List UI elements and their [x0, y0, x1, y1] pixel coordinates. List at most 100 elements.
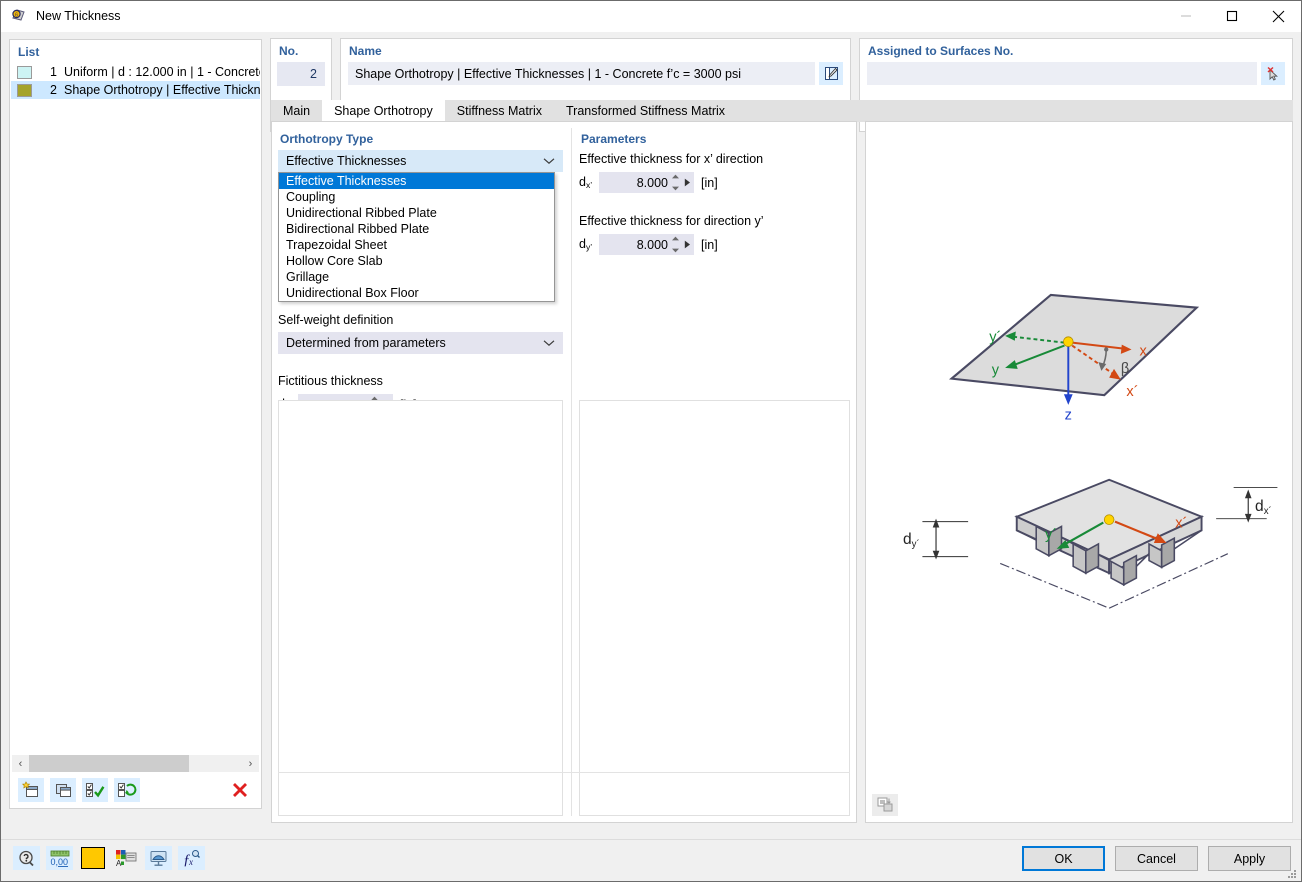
dimension-label-dy: dy´ [903, 531, 920, 550]
spinner-arrows-icon[interactable] [671, 236, 680, 253]
number-field[interactable]: 2 [277, 62, 325, 86]
dialog-footer: 0, 00 A [1, 839, 1301, 881]
orthotropy-type-column: Orthotropy Type Effective Thicknesses Ef… [278, 128, 563, 816]
spinner-arrows-icon[interactable] [671, 174, 680, 191]
assigned-surfaces-input[interactable] [867, 62, 1257, 85]
display-properties-icon[interactable]: A [112, 846, 139, 870]
dimension-label-dx: dx´ [1255, 498, 1272, 517]
maximize-button[interactable] [1209, 1, 1255, 32]
orthotropy-type-label: Orthotropy Type [278, 128, 563, 150]
axis-label-y: y [992, 363, 1000, 379]
dropdown-option-grillage[interactable]: Grillage [279, 269, 554, 285]
list-item-color-swatch [17, 66, 32, 79]
units-icon[interactable]: 0, 00 [46, 846, 73, 870]
formula-icon[interactable]: ƒ x [178, 846, 205, 870]
color-swatch-icon[interactable] [79, 846, 106, 870]
dropdown-option-effective-thicknesses[interactable]: Effective Thicknesses [279, 173, 554, 189]
dropdown-option-trapezoidal-sheet[interactable]: Trapezoidal Sheet [279, 237, 554, 253]
effective-thickness-y-label: Effective thickness for direction y’ [579, 214, 850, 228]
list-item-number: 1 [38, 65, 57, 79]
select-all-icon[interactable] [82, 778, 108, 802]
effective-thickness-y-unit: [in] [701, 238, 718, 252]
window-controls [1163, 1, 1301, 32]
tab-stiffness-matrix[interactable]: Stiffness Matrix [445, 100, 554, 122]
shape-orthotropy-pane: Orthotropy Type Effective Thicknesses Ef… [271, 121, 857, 823]
formula-arrow-icon[interactable] [684, 172, 691, 193]
scroll-track[interactable] [29, 755, 242, 772]
list-item-number: 2 [38, 83, 57, 97]
orthotropy-type-combo-wrap: Effective Thicknesses Effective Thicknes… [278, 150, 563, 172]
window-title: New Thickness [36, 9, 1163, 23]
thickness-list[interactable]: 1 Uniform | d : 12.000 in | 1 - Concrete… [11, 63, 260, 750]
effective-thickness-x-input[interactable]: 8.000 [599, 172, 694, 193]
slab-label-x-prime: x´ [1175, 515, 1187, 531]
effective-thickness-y-symbol: dy’ [579, 237, 599, 252]
tab-filler [737, 100, 1293, 122]
tab-content: Orthotropy Type Effective Thicknesses Ef… [271, 121, 1293, 823]
tab-transformed-stiffness-matrix[interactable]: Transformed Stiffness Matrix [554, 100, 737, 122]
delete-icon[interactable] [227, 778, 253, 802]
chevron-down-icon[interactable] [543, 150, 555, 172]
dropdown-option-bidirectional-ribbed-plate[interactable]: Bidirectional Ribbed Plate [279, 221, 554, 237]
invert-selection-icon[interactable] [114, 778, 140, 802]
scroll-thumb[interactable] [29, 755, 189, 772]
thickness-icon: 6 [10, 7, 28, 25]
name-row: Shape Orthotropy | Effective Thicknesses… [348, 62, 843, 85]
edit-name-icon[interactable] [819, 62, 843, 85]
axis-label-x-prime: x´ [1126, 384, 1138, 400]
assigned-surfaces-label: Assigned to Surfaces No. [860, 39, 1292, 60]
apply-button[interactable]: Apply [1208, 846, 1291, 871]
fictitious-thickness-label: Fictitious thickness [278, 374, 563, 388]
formula-arrow-icon[interactable] [684, 234, 691, 255]
tab-main[interactable]: Main [271, 100, 322, 122]
view-settings-icon[interactable] [145, 846, 172, 870]
dropdown-option-unidirectional-box-floor[interactable]: Unidirectional Box Floor [279, 285, 554, 301]
close-button[interactable] [1255, 1, 1301, 32]
list-item-color-swatch [17, 84, 32, 97]
cancel-button[interactable]: Cancel [1115, 846, 1198, 871]
diagram-pane: z y´ y x x´ β [865, 121, 1293, 823]
parameters-extra-box [579, 400, 850, 816]
pane-footer [278, 772, 850, 816]
thickness-list-panel: List 1 Uniform | d : 12.000 in | 1 - Con… [9, 39, 262, 809]
number-label: No. [271, 39, 331, 60]
self-weight-combo[interactable]: Determined from parameters [278, 332, 563, 354]
help-icon[interactable] [13, 846, 40, 870]
effective-thickness-x-label: Effective thickness for x’ direction [579, 152, 850, 166]
orthotropy-extra-box [278, 400, 563, 816]
list-item-label: Shape Orthotropy | Effective Thicknesses [64, 83, 260, 97]
dropdown-option-hollow-core-slab[interactable]: Hollow Core Slab [279, 253, 554, 269]
effective-thickness-x-unit: [in] [701, 176, 718, 190]
pick-surfaces-icon[interactable] [1261, 62, 1285, 85]
axis-label-x: x [1140, 343, 1148, 359]
new-thickness-dialog: 6 New Thickness No. 2 Name Shape Orthotr [0, 0, 1302, 882]
export-image-icon[interactable] [872, 794, 898, 816]
new-thickness-icon[interactable] [18, 778, 44, 802]
scroll-left-icon[interactable]: ‹ [12, 755, 29, 772]
axis-label-y-prime: y´ [989, 330, 1001, 346]
resize-grip[interactable] [1287, 868, 1297, 878]
axis-label-z: z [1065, 407, 1072, 423]
orthotropy-type-dropdown[interactable]: Effective Thicknesses Coupling Unidirect… [278, 172, 555, 302]
scroll-right-icon[interactable]: › [242, 755, 259, 772]
tab-bar: Main Shape Orthotropy Stiffness Matrix T… [271, 99, 1293, 122]
dialog-buttons: OK Cancel Apply [1022, 846, 1291, 871]
list-horizontal-scrollbar[interactable]: ‹ › [12, 755, 259, 772]
name-input[interactable]: Shape Orthotropy | Effective Thicknesses… [348, 62, 815, 85]
dropdown-option-coupling[interactable]: Coupling [279, 189, 554, 205]
orthotropy-diagram: z y´ y x x´ β [866, 122, 1292, 822]
list-item[interactable]: 2 Shape Orthotropy | Effective Thickness… [11, 81, 260, 99]
svg-text:00: 00 [58, 857, 68, 867]
orthotropy-type-combo[interactable]: Effective Thicknesses [278, 150, 563, 172]
tab-shape-orthotropy[interactable]: Shape Orthotropy [322, 100, 445, 122]
svg-text:6: 6 [15, 12, 18, 18]
ok-button[interactable]: OK [1022, 846, 1105, 871]
copy-thickness-icon[interactable] [50, 778, 76, 802]
minimize-button[interactable] [1163, 1, 1209, 32]
name-label: Name [341, 39, 850, 60]
effective-thickness-y-input[interactable]: 8.000 [599, 234, 694, 255]
dropdown-option-unidirectional-ribbed-plate[interactable]: Unidirectional Ribbed Plate [279, 205, 554, 221]
list-item[interactable]: 1 Uniform | d : 12.000 in | 1 - Concrete… [11, 63, 260, 81]
orthotropy-type-value: Effective Thicknesses [286, 154, 406, 168]
chevron-down-icon[interactable] [543, 332, 555, 354]
